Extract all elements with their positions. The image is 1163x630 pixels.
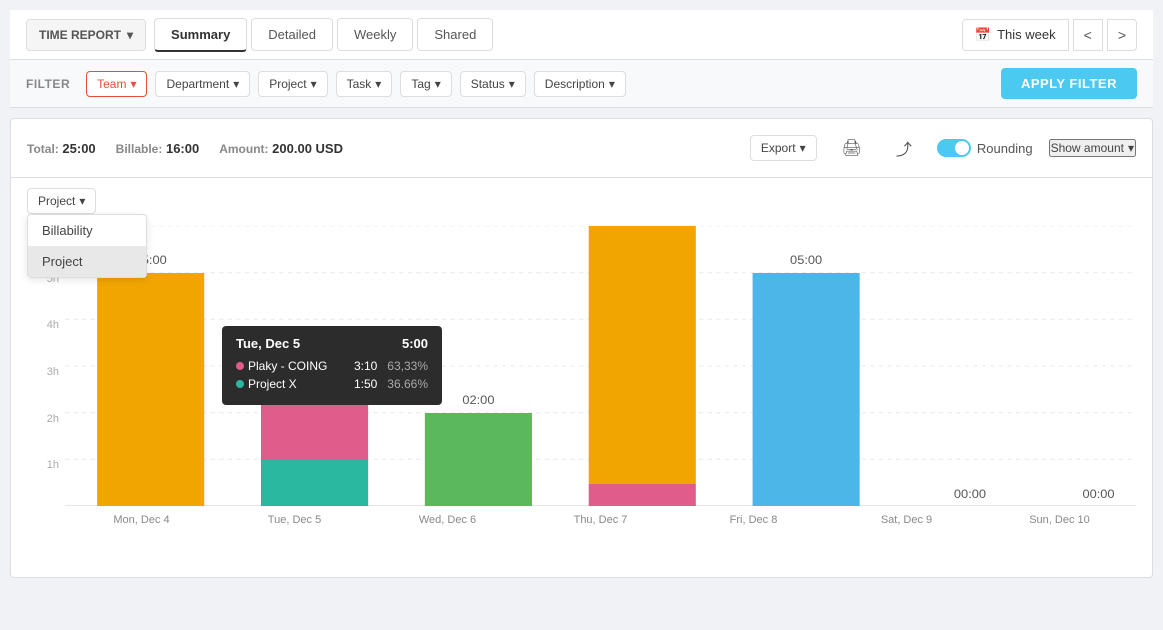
chart-svg: 05:00 05:00 02:00 06:00 05:00 00:00 00 — [65, 226, 1136, 506]
calendar-icon: 📅 — [975, 27, 991, 43]
x-label-mon: Mon, Dec 4 — [65, 510, 218, 536]
tab-bar-left: TIME REPORT ▾ Summary Detailed Weekly Sh… — [26, 18, 497, 52]
export-chevron: ▾ — [800, 141, 806, 155]
chart-groupby-container: Project ▾ Billability Project — [27, 188, 96, 214]
bar-tue-teal[interactable] — [261, 459, 368, 506]
rounding-toggle[interactable] — [937, 139, 971, 157]
department-chevron: ▾ — [233, 77, 239, 91]
x-label-sat: Sat, Dec 9 — [830, 510, 983, 536]
tag-chevron: ▾ — [435, 77, 441, 91]
app-container: TIME REPORT ▾ Summary Detailed Weekly Sh… — [0, 0, 1163, 630]
status-chevron: ▾ — [509, 77, 515, 91]
rounding-area: Rounding — [937, 139, 1033, 157]
filter-project[interactable]: Project ▾ — [258, 71, 327, 97]
filter-task[interactable]: Task ▾ — [336, 71, 393, 97]
bar-mon[interactable] — [97, 273, 204, 506]
x-label-tue: Tue, Dec 5 — [218, 510, 371, 536]
x-axis: Mon, Dec 4 Tue, Dec 5 Wed, Dec 6 Thu, De… — [65, 510, 1136, 536]
show-amount-chevron: ▾ — [1128, 141, 1134, 155]
chart-area: Project ▾ Billability Project 6h 5h 4h 3… — [10, 178, 1153, 578]
tab-detailed[interactable]: Detailed — [251, 18, 333, 51]
svg-text:02:00: 02:00 — [462, 393, 494, 407]
groupby-chevron: ▾ — [79, 194, 85, 208]
total-stat: Total: 25:00 — [27, 141, 96, 156]
x-label-wed: Wed, Dec 6 — [371, 510, 524, 536]
svg-text:00:00: 00:00 — [954, 487, 986, 501]
time-report-dropdown[interactable]: TIME REPORT ▾ — [26, 19, 146, 51]
svg-text:00:00: 00:00 — [1082, 487, 1114, 501]
bar-chart: 6h 5h 4h 3h 2h 1h 05:00 — [27, 226, 1136, 536]
groupby-dropdown-menu: Billability Project — [27, 214, 147, 278]
tab-summary[interactable]: Summary — [154, 18, 247, 52]
share-btn[interactable]: ⤴ — [887, 129, 921, 167]
dropdown-item-billability[interactable]: Billability — [28, 215, 146, 246]
show-amount-btn[interactable]: Show amount ▾ — [1049, 139, 1136, 157]
filter-bar: FILTER Team ▾ Department ▾ Project ▾ Tas… — [10, 60, 1153, 108]
calendar-btn[interactable]: 📅 This week — [962, 19, 1069, 51]
tab-bar: TIME REPORT ▾ Summary Detailed Weekly Sh… — [10, 10, 1153, 60]
x-label-sun: Sun, Dec 10 — [983, 510, 1136, 536]
svg-text:05:00: 05:00 — [298, 339, 330, 353]
apply-filter-btn[interactable]: APPLY FILTER — [1001, 68, 1137, 99]
print-btn[interactable]: 🖨 — [833, 131, 871, 165]
bar-fri[interactable] — [753, 273, 860, 506]
amount-stat: Amount: 200.00 USD — [219, 141, 343, 156]
filter-description[interactable]: Description ▾ — [534, 71, 626, 97]
team-chevron: ▾ — [130, 77, 136, 91]
task-chevron: ▾ — [375, 77, 381, 91]
this-week-label: This week — [997, 27, 1056, 42]
time-report-chevron: ▾ — [127, 28, 133, 42]
tab-weekly[interactable]: Weekly — [337, 18, 413, 51]
tab-bar-right: 📅 This week < > — [962, 19, 1137, 51]
billable-stat: Billable: 16:00 — [116, 141, 200, 156]
description-chevron: ▾ — [609, 77, 615, 91]
x-label-fri: Fri, Dec 8 — [677, 510, 830, 536]
filter-status[interactable]: Status ▾ — [460, 71, 526, 97]
x-label-thu: Thu, Dec 7 — [524, 510, 677, 536]
project-chevron: ▾ — [311, 77, 317, 91]
time-report-label: TIME REPORT — [39, 28, 121, 42]
chart-groupby-btn[interactable]: Project ▾ — [27, 188, 96, 214]
svg-text:05:00: 05:00 — [790, 253, 822, 267]
filter-team[interactable]: Team ▾ — [86, 71, 147, 97]
bar-thu-orange[interactable] — [589, 226, 696, 484]
stats-bar: Total: 25:00 Billable: 16:00 Amount: 200… — [10, 118, 1153, 178]
prev-week-btn[interactable]: < — [1073, 19, 1103, 51]
dropdown-item-project[interactable]: Project — [28, 246, 146, 277]
next-week-btn[interactable]: > — [1107, 19, 1137, 51]
export-btn[interactable]: Export ▾ — [750, 135, 817, 161]
filter-tag[interactable]: Tag ▾ — [400, 71, 451, 97]
bar-thu-pink[interactable] — [589, 484, 696, 506]
filter-department[interactable]: Department ▾ — [155, 71, 250, 97]
filter-label: FILTER — [26, 77, 70, 91]
bar-wed[interactable] — [425, 413, 532, 506]
tab-shared[interactable]: Shared — [417, 18, 493, 51]
stats-right: Export ▾ 🖨 ⤴ Rounding Show amount ▾ — [750, 129, 1136, 167]
